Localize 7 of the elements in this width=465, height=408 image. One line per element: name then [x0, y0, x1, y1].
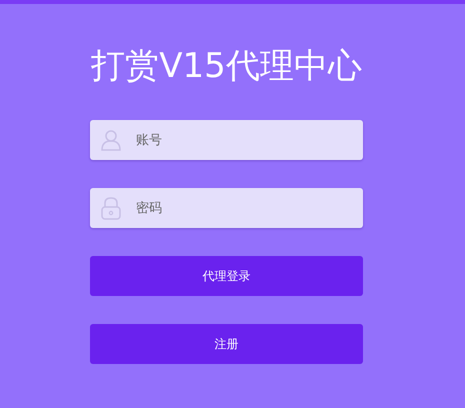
account-field[interactable]: 账号 [90, 120, 363, 160]
login-button[interactable]: 代理登录 [90, 256, 363, 296]
register-button[interactable]: 注册 [90, 324, 363, 364]
lock-icon [100, 196, 122, 220]
password-field[interactable]: 密码 [90, 188, 363, 228]
user-icon [100, 128, 122, 152]
page-title: 打赏V15代理中心 [90, 45, 363, 88]
